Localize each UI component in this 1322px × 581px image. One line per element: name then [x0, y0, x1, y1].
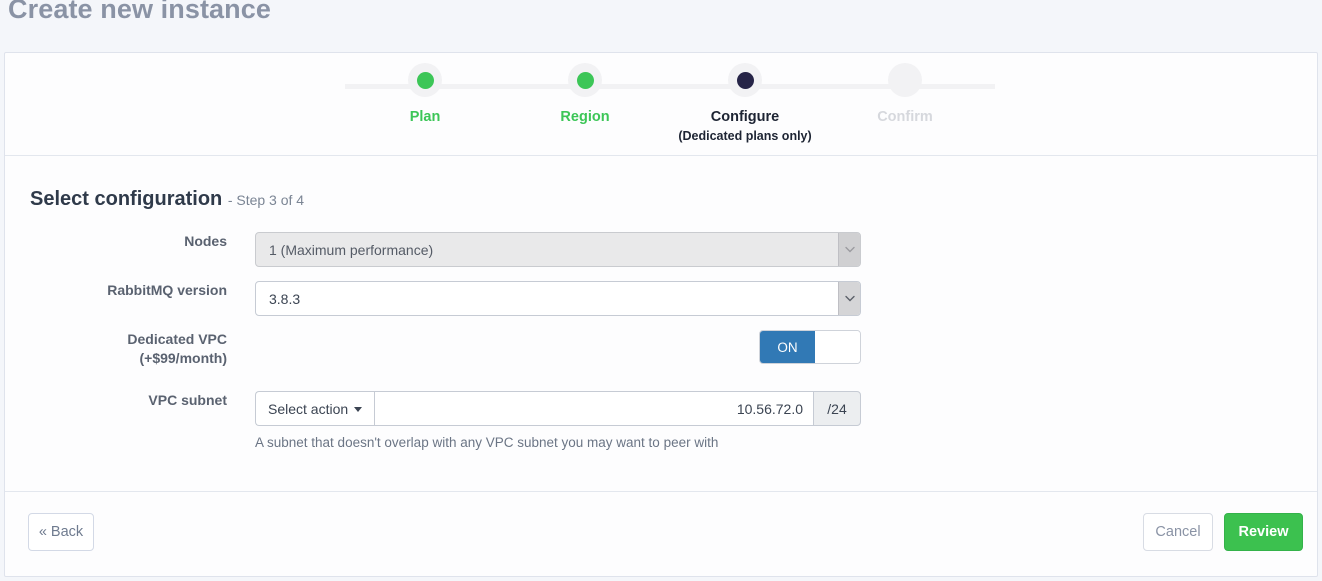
step-region-label: Region [560, 109, 610, 125]
step-plan-dot [408, 63, 442, 97]
dedicated-vpc-label: Dedicated VPC (+$99/month) [35, 330, 227, 368]
nodes-select-value: 1 (Maximum performance) [269, 241, 434, 258]
section-title-text: Select configuration [30, 188, 223, 210]
vpc-subnet-mask-addon: /24 [813, 391, 861, 426]
step-configure[interactable]: Configure (Dedicated plans only) [675, 63, 815, 143]
section-step-of: - Step 3 of 4 [227, 192, 305, 208]
step-region-dot [568, 63, 602, 97]
create-instance-card: Plan Region Configure (Dedicated plans o… [4, 52, 1318, 577]
chevron-down-icon [838, 282, 860, 315]
nodes-label: Nodes [184, 233, 227, 249]
step-confirm[interactable]: Confirm [835, 63, 975, 127]
nodes-select[interactable]: 1 (Maximum performance) [255, 232, 861, 267]
dedicated-vpc-toggle-on-label: ON [760, 331, 815, 363]
configuration-form: Select configuration - Step 3 of 4 Nodes… [5, 156, 1317, 492]
step-confirm-dot [888, 63, 922, 97]
select-action-dropdown[interactable]: Select action [255, 391, 375, 426]
chevron-down-icon [838, 233, 860, 266]
version-label: RabbitMQ version [107, 282, 227, 298]
dedicated-vpc-label-main: Dedicated VPC [127, 331, 227, 347]
dedicated-vpc-toggle-knob [815, 331, 860, 363]
step-plan-label: Plan [409, 109, 441, 125]
step-confirm-label: Confirm [877, 109, 933, 125]
page-title: Create new instance [8, 0, 272, 24]
dedicated-vpc-label-price: (+$99/month) [139, 350, 227, 366]
rabbitmq-version-value: 3.8.3 [269, 290, 301, 307]
caret-down-icon [354, 407, 363, 412]
vpc-subnet-input[interactable]: 10.56.72.0 [374, 391, 813, 426]
cancel-button[interactable]: Cancel [1143, 513, 1213, 551]
step-configure-label: Configure [710, 109, 780, 125]
back-button[interactable]: « Back [28, 513, 94, 551]
section-title: Select configuration - Step 3 of 4 [30, 188, 304, 211]
step-configure-sublabel: (Dedicated plans only) [678, 128, 812, 143]
rabbitmq-version-select[interactable]: 3.8.3 [255, 281, 861, 316]
step-configure-dot [728, 63, 762, 97]
wizard-footer: « Back Cancel Review [5, 491, 1317, 576]
vpc-subnet-input-group: Select action 10.56.72.0 /24 [255, 391, 861, 426]
step-plan[interactable]: Plan [355, 63, 495, 127]
wizard-stepper: Plan Region Configure (Dedicated plans o… [5, 53, 1317, 156]
step-region[interactable]: Region [515, 63, 655, 127]
vpc-subnet-help-text: A subnet that doesn't overlap with any V… [255, 435, 719, 450]
vpc-subnet-label: VPC subnet [148, 392, 227, 408]
review-button[interactable]: Review [1224, 513, 1303, 551]
select-action-label: Select action [268, 400, 349, 417]
dedicated-vpc-toggle[interactable]: ON [759, 330, 861, 364]
